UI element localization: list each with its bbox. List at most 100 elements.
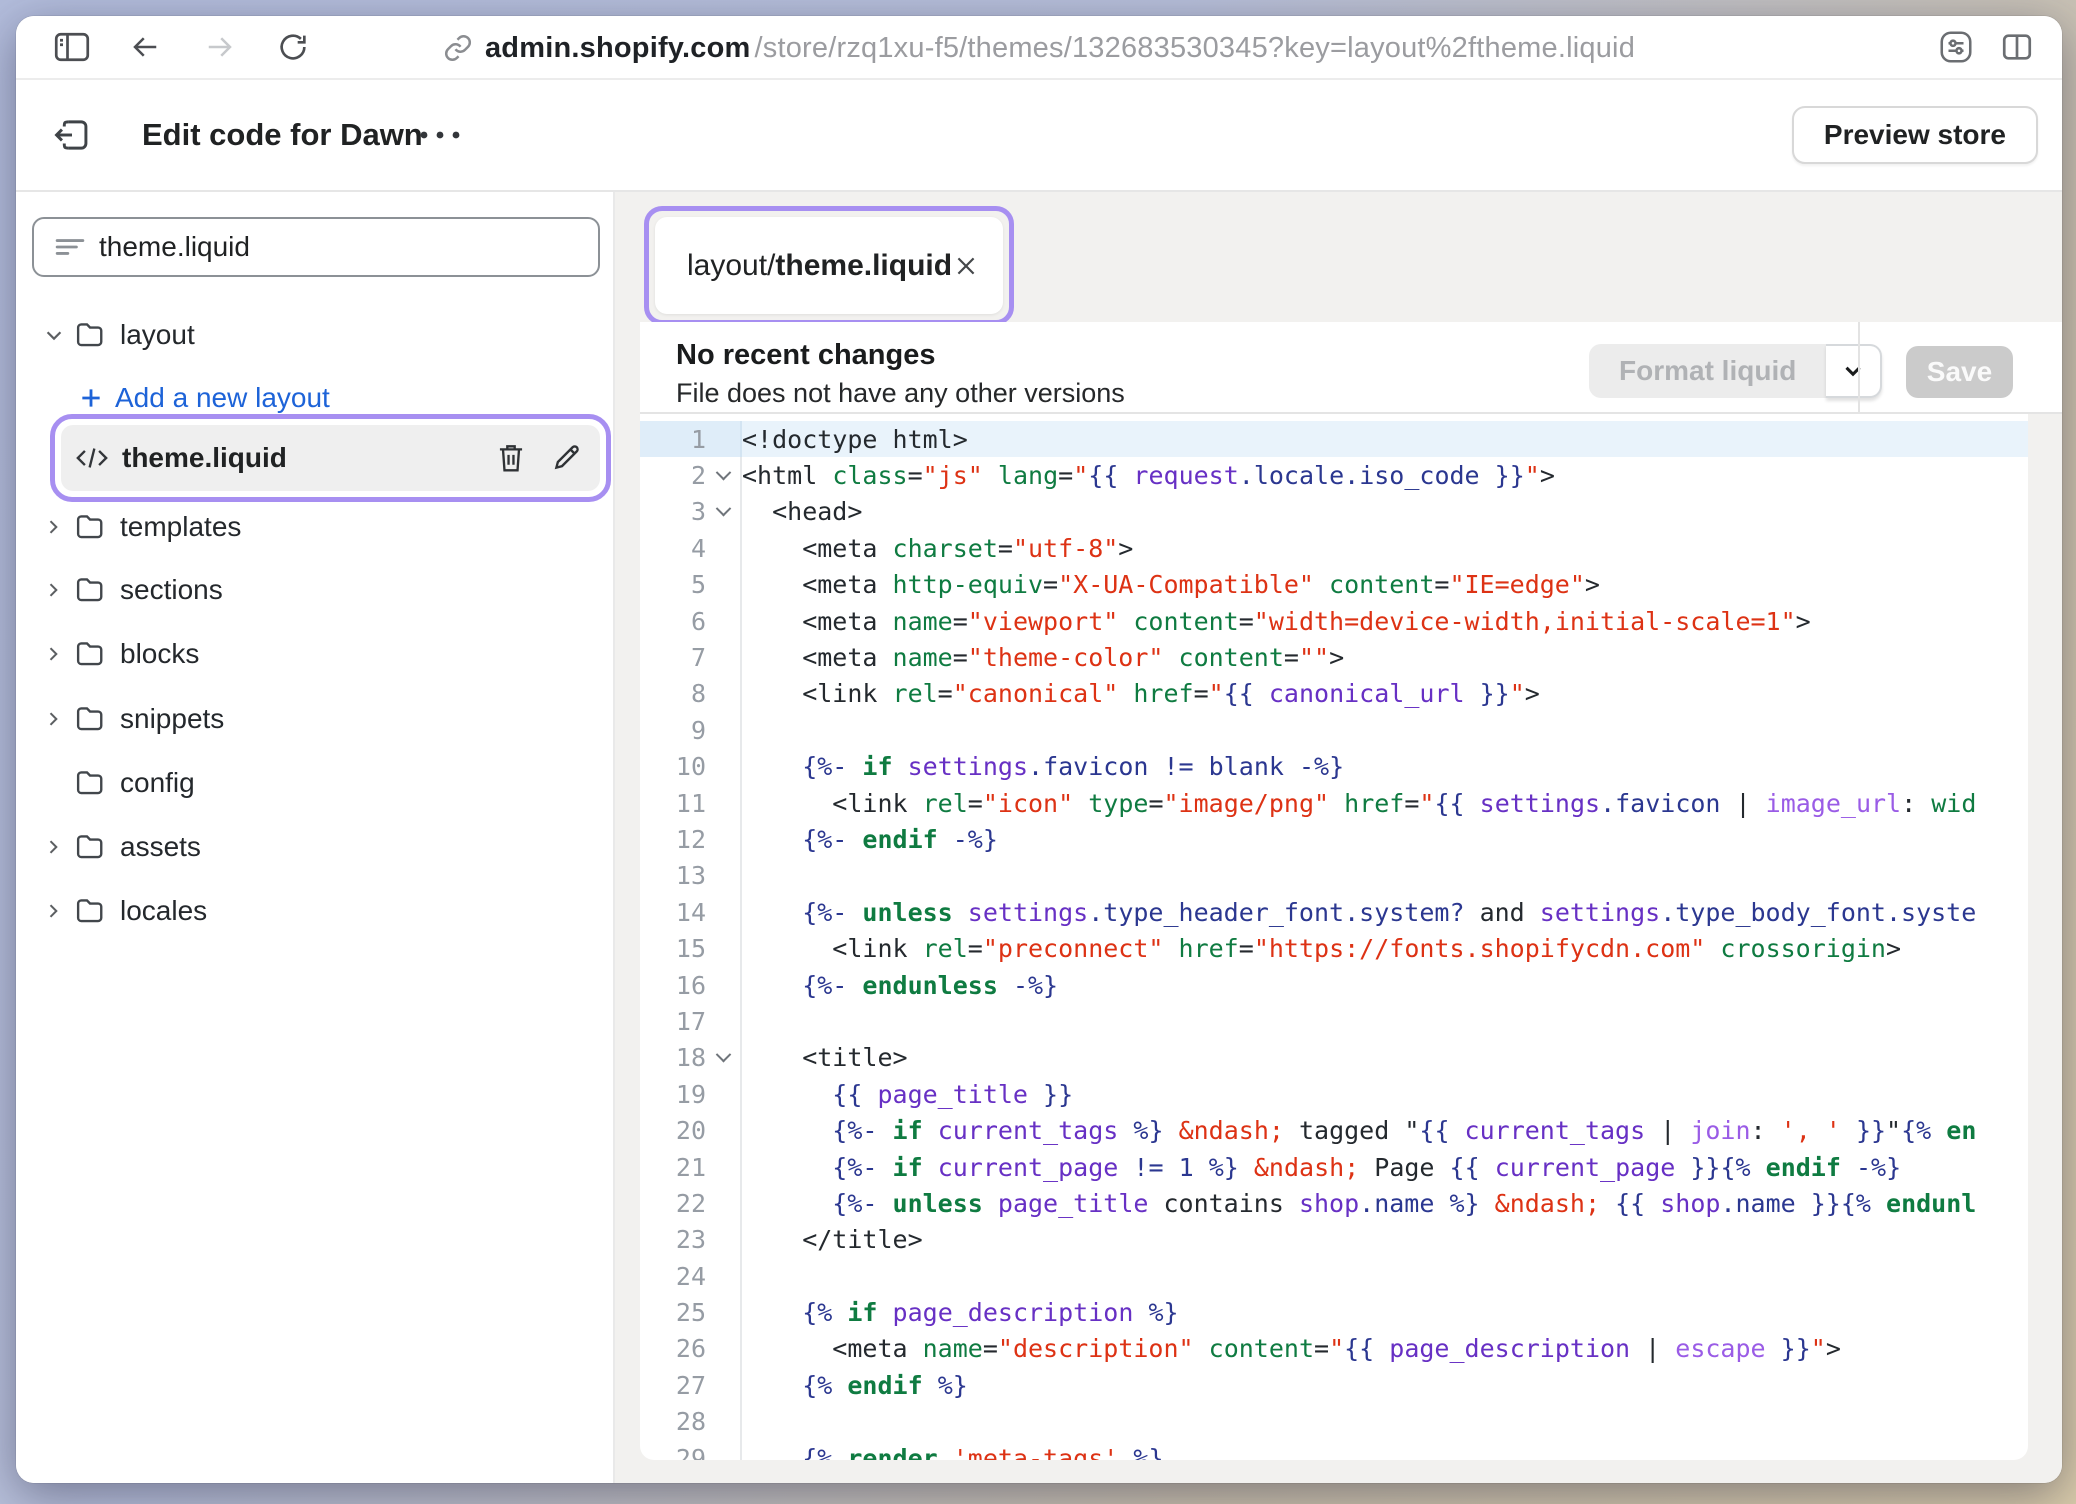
line-number-gutter: 22 — [640, 1185, 742, 1221]
code-editor[interactable]: 1<!doctype html>2<html class="js" lang="… — [640, 414, 2028, 1460]
address-bar[interactable]: admin.shopify.com /store/rzq1xu-f5/theme… — [16, 16, 2062, 80]
app-header: Edit code for Dawn Preview store — [16, 80, 2062, 192]
code-line[interactable]: 25 {% if page_description %} — [640, 1294, 2028, 1330]
filter-icon — [55, 234, 85, 260]
close-tab-icon[interactable] — [953, 253, 979, 279]
sidebar-item-assets[interactable]: assets — [16, 825, 615, 869]
line-number-gutter: 25 — [640, 1294, 742, 1330]
code-lines[interactable]: 1<!doctype html>2<html class="js" lang="… — [640, 421, 2028, 1460]
sidebar-item-sections[interactable]: sections — [16, 568, 615, 612]
code-line[interactable]: 26 <meta name="description" content="{{ … — [640, 1331, 2028, 1367]
file-search[interactable] — [32, 217, 600, 277]
code-line[interactable]: 20 {%- if current_tags %} &ndash; tagged… — [640, 1112, 2028, 1148]
active-tab-outline: layout/theme.liquid — [644, 206, 1014, 325]
code-line[interactable]: 1<!doctype html> — [640, 421, 2028, 457]
sidebar-item-templates[interactable]: templates — [16, 505, 615, 549]
sidebar-item-snippets[interactable]: snippets — [16, 697, 615, 741]
fold-chevron-icon[interactable] — [715, 501, 731, 517]
browser-window: admin.shopify.com /store/rzq1xu-f5/theme… — [16, 16, 2062, 1483]
editor-header: No recent changes File does not have any… — [640, 322, 2062, 414]
url-path: /store/rzq1xu-f5/themes/132683530345?key… — [754, 32, 1635, 65]
line-number-gutter: 8 — [640, 676, 742, 712]
chevron-right-icon[interactable] — [43, 579, 70, 601]
line-number-gutter: 17 — [640, 1003, 742, 1039]
sidebar-item-config[interactable]: config — [16, 761, 615, 805]
code-line[interactable]: 12 {%- endif -%} — [640, 821, 2028, 857]
folder-icon — [75, 705, 107, 733]
code-line[interactable]: 10 {%- if settings.favicon != blank -%} — [640, 749, 2028, 785]
line-number-gutter: 28 — [640, 1404, 742, 1440]
code-line[interactable]: 7 <meta name="theme-color" content=""> — [640, 639, 2028, 675]
chevron-down-icon[interactable] — [43, 324, 70, 346]
code-line[interactable]: 24 — [640, 1258, 2028, 1294]
split-view-icon[interactable] — [2000, 30, 2034, 64]
line-number-gutter: 24 — [640, 1258, 742, 1294]
code-line[interactable]: 2<html class="js" lang="{{ request.local… — [640, 457, 2028, 493]
line-number-gutter: 11 — [640, 785, 742, 821]
page-title: Edit code for Dawn — [142, 117, 423, 153]
line-number-gutter: 9 — [640, 712, 742, 748]
more-actions-icon[interactable] — [416, 129, 464, 141]
chevron-right-icon[interactable] — [43, 836, 70, 858]
tab-layout-theme-liquid[interactable]: layout/theme.liquid — [655, 217, 1003, 314]
code-line[interactable]: 18 <title> — [640, 1040, 2028, 1076]
exit-icon[interactable] — [53, 118, 91, 152]
sidebar-item-theme-liquid[interactable]: theme.liquid — [61, 425, 600, 491]
chevron-right-icon[interactable] — [43, 708, 70, 730]
fold-chevron-icon[interactable] — [715, 465, 731, 481]
code-line[interactable]: 19 {{ page_title }} — [640, 1076, 2028, 1112]
fold-chevron-icon[interactable] — [715, 1047, 731, 1063]
line-number-gutter: 26 — [640, 1331, 742, 1367]
code-line[interactable]: 23 </title> — [640, 1222, 2028, 1258]
sidebar-item-blocks[interactable]: blocks — [16, 632, 615, 676]
code-line[interactable]: 17 — [640, 1003, 2028, 1039]
code-line[interactable]: 16 {%- endunless -%} — [640, 967, 2028, 1003]
rename-file-icon[interactable] — [552, 442, 582, 474]
folder-icon — [75, 897, 107, 925]
code-line[interactable]: 11 <link rel="icon" type="image/png" hre… — [640, 785, 2028, 821]
version-status: No recent changes — [676, 339, 935, 372]
folder-icon — [75, 576, 107, 604]
save-button[interactable]: Save — [1906, 346, 2013, 398]
tune-icon[interactable] — [1938, 29, 1974, 65]
code-line[interactable]: 22 {%- unless page_title contains shop.n… — [640, 1185, 2028, 1221]
code-line[interactable]: 4 <meta charset="utf-8"> — [640, 530, 2028, 566]
line-number-gutter: 3 — [640, 494, 742, 530]
code-line[interactable]: 13 — [640, 858, 2028, 894]
preview-store-button[interactable]: Preview store — [1792, 106, 2038, 164]
code-line[interactable]: 3 <head> — [640, 494, 2028, 530]
browser-toolbar: admin.shopify.com /store/rzq1xu-f5/theme… — [16, 16, 2062, 80]
format-dropdown-button[interactable] — [1826, 344, 1882, 398]
line-number-gutter: 29 — [640, 1440, 742, 1460]
code-line[interactable]: 8 <link rel="canonical" href="{{ canonic… — [640, 676, 2028, 712]
line-number-gutter: 19 — [640, 1076, 742, 1112]
code-line[interactable]: 15 <link rel="preconnect" href="https://… — [640, 930, 2028, 966]
line-number-gutter: 21 — [640, 1149, 742, 1185]
delete-file-icon[interactable] — [496, 442, 526, 474]
code-line[interactable]: 21 {%- if current_page != 1 %} &ndash; P… — [640, 1149, 2028, 1185]
sidebar-item-layout[interactable]: layout — [16, 313, 615, 357]
code-line[interactable]: 5 <meta http-equiv="X-UA-Compatible" con… — [640, 567, 2028, 603]
folder-icon — [75, 321, 107, 349]
code-line[interactable]: 27 {% endif %} — [640, 1367, 2028, 1403]
content: layout Add a new layout theme.liquid — [16, 192, 2062, 1483]
chevron-right-icon[interactable] — [43, 516, 70, 538]
version-subtitle: File does not have any other versions — [676, 378, 1125, 409]
code-line[interactable]: 28 — [640, 1404, 2028, 1440]
sidebar-item-locales[interactable]: locales — [16, 889, 615, 933]
code-line[interactable]: 9 — [640, 712, 2028, 748]
folder-icon — [75, 640, 107, 668]
code-line[interactable]: 29 {% render 'meta-tags' %} — [640, 1440, 2028, 1460]
folder-icon — [75, 513, 107, 541]
chevron-right-icon[interactable] — [43, 643, 70, 665]
line-number-gutter: 4 — [640, 530, 742, 566]
search-input[interactable] — [99, 231, 579, 263]
code-line[interactable]: 6 <meta name="viewport" content="width=d… — [640, 603, 2028, 639]
code-line[interactable]: 14 {%- unless settings.type_header_font.… — [640, 894, 2028, 930]
line-number-gutter: 27 — [640, 1367, 742, 1403]
chevron-right-icon[interactable] — [43, 900, 70, 922]
line-number-gutter: 1 — [640, 421, 742, 457]
line-number-gutter: 16 — [640, 967, 742, 1003]
line-number-gutter: 23 — [640, 1222, 742, 1258]
plus-icon — [78, 385, 104, 411]
